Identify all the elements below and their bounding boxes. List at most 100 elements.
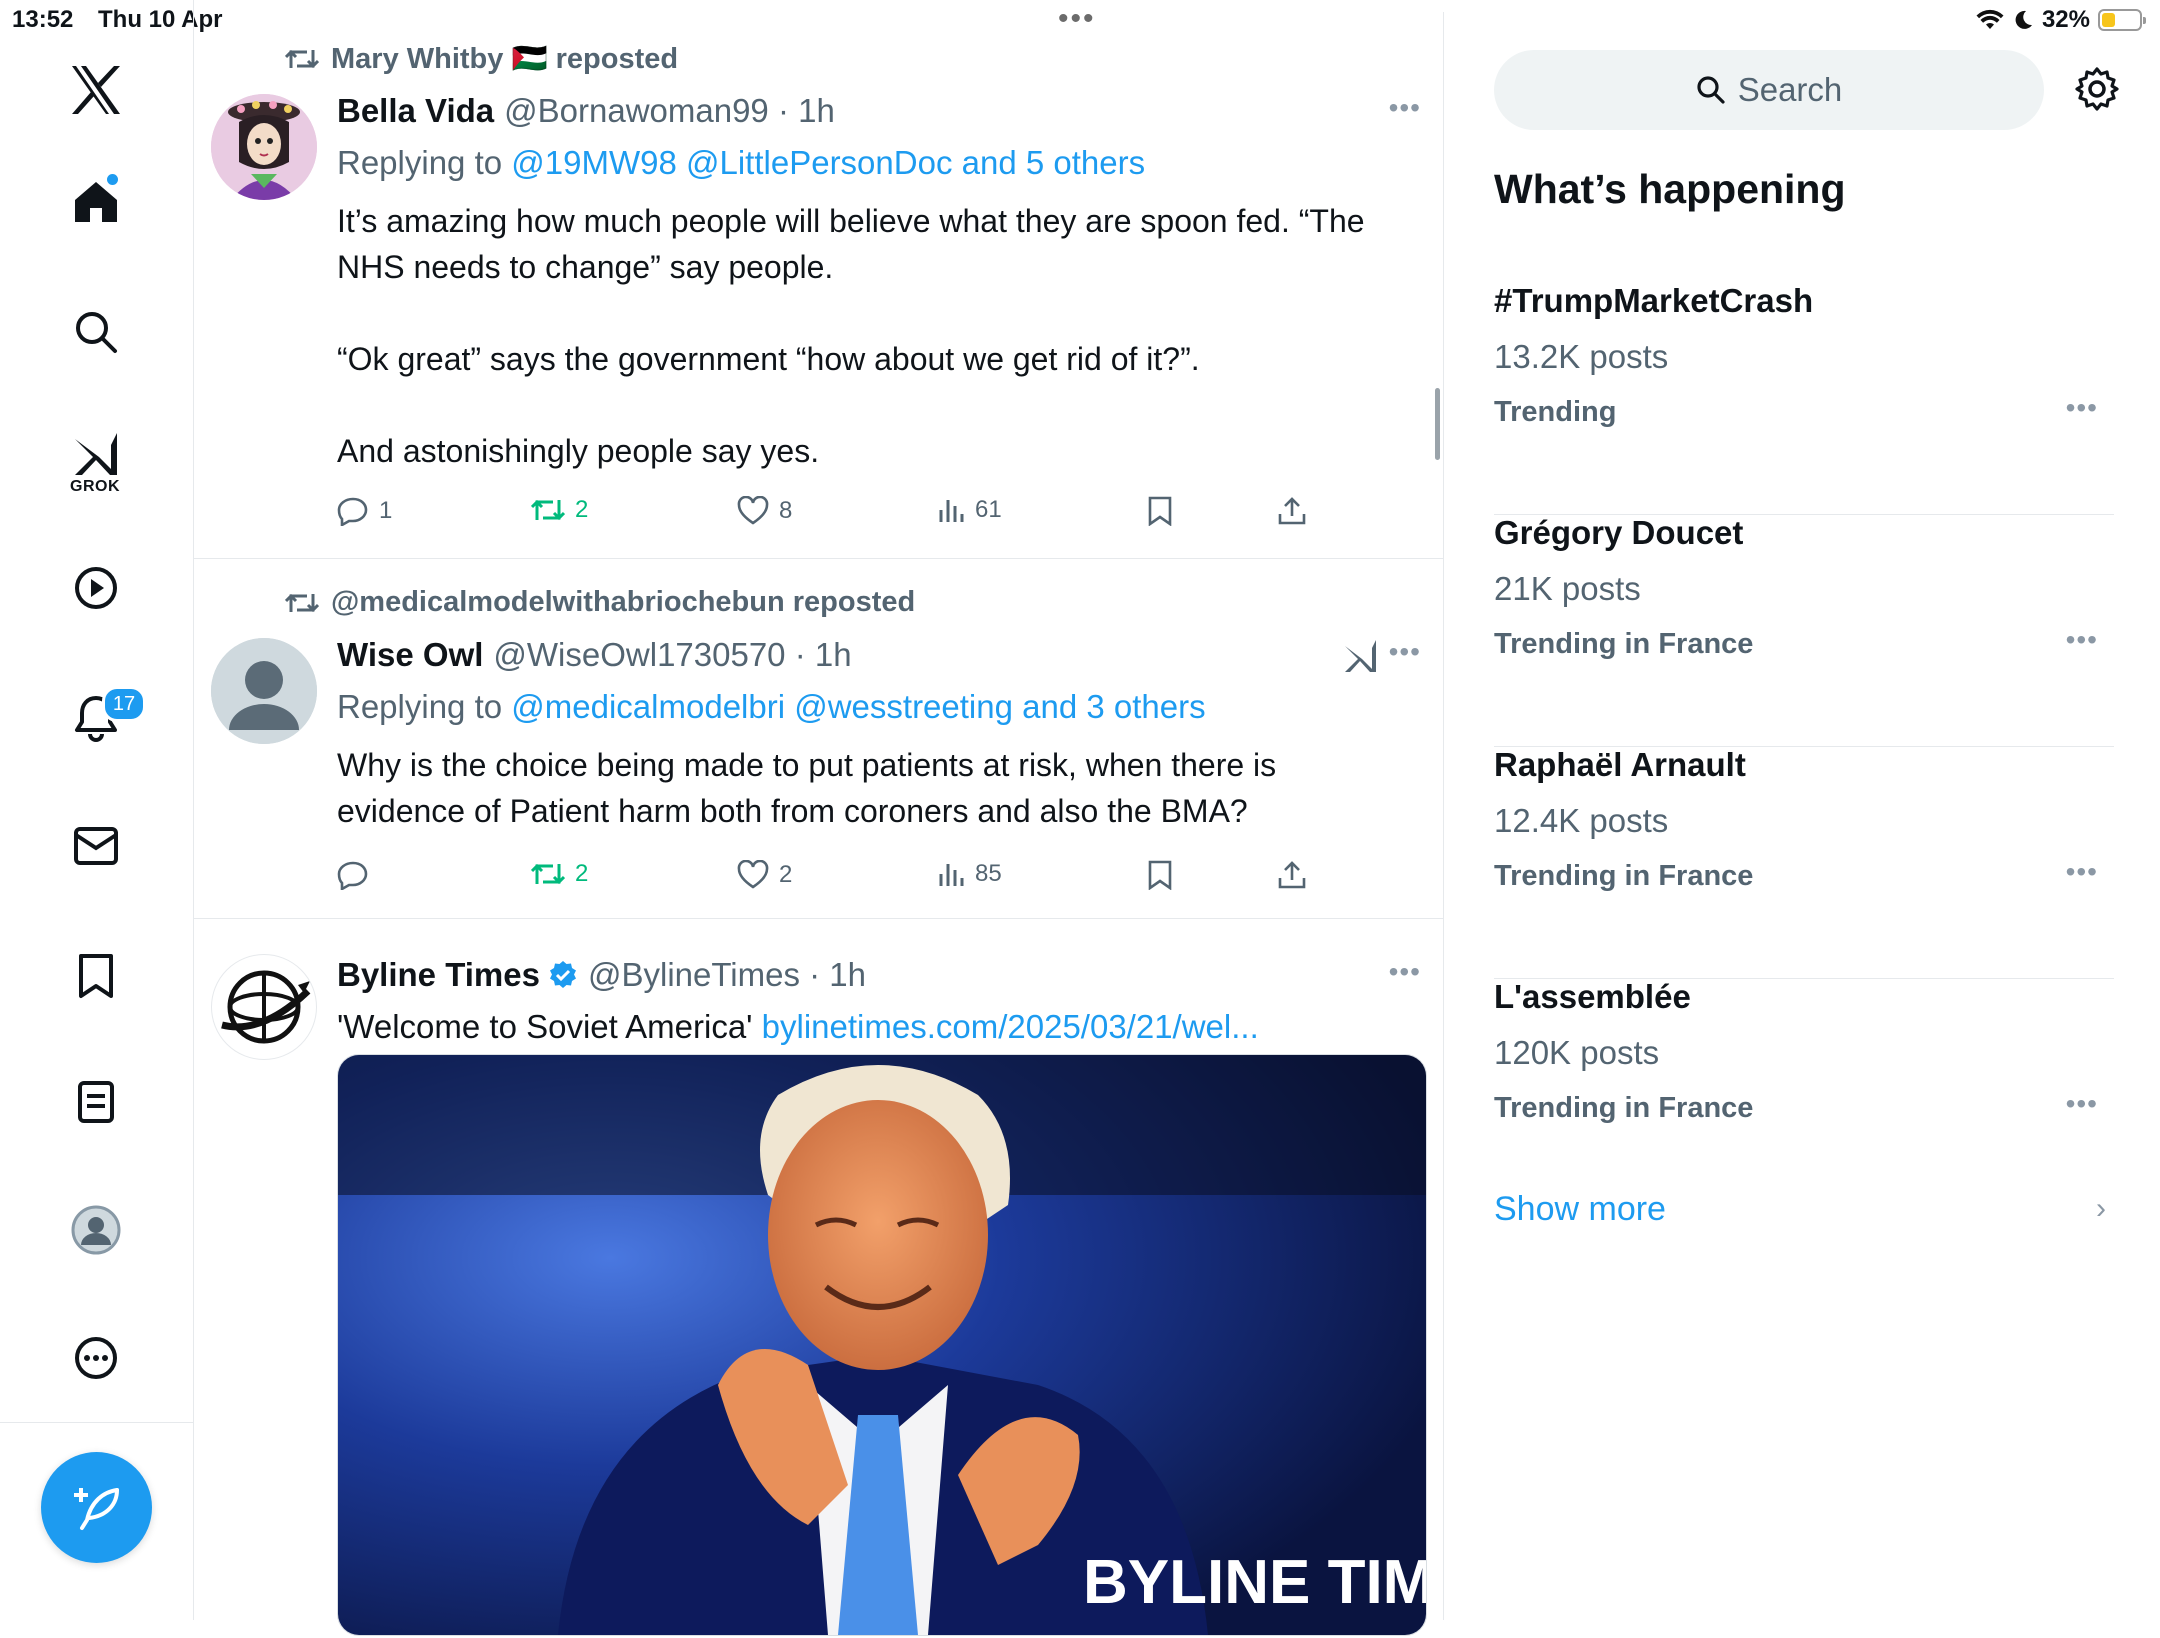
trend-more-button[interactable]: •••: [2066, 1088, 2098, 1120]
post-actions: 2 2 85: [337, 860, 1337, 900]
post-paragraph: And astonishingly people say yes.: [337, 433, 820, 469]
post-1[interactable]: Mary Whitby 🇵🇸 reposted Bella Vida @Born…: [193, 12, 1443, 559]
post-body: 'Welcome to Soviet America': [337, 1008, 753, 1045]
grok-label: GROK: [70, 478, 120, 495]
trend-item[interactable]: L'assemblée 120K posts Trending in Franc…: [1494, 978, 2114, 1210]
home-unread-dot: [107, 174, 118, 185]
trend-context: Trending: [1494, 396, 1617, 428]
post-media-image[interactable]: BYLINE TIMES: [337, 1054, 1427, 1636]
views-button[interactable]: 61: [937, 496, 1002, 524]
settings-gear-icon[interactable]: [2074, 66, 2120, 117]
messages-envelope-icon[interactable]: [66, 816, 126, 876]
like-count: 8: [779, 497, 793, 524]
post-actions: 1 2 8 61: [337, 496, 1337, 536]
trend-more-button[interactable]: •••: [2066, 856, 2098, 888]
avatar[interactable]: [211, 94, 317, 200]
post-more-button[interactable]: •••: [1389, 92, 1421, 124]
replying-to-users[interactable]: @medicalmodelbri @wesstreeting and 3 oth…: [511, 688, 1205, 725]
share-icon: [1278, 861, 1306, 889]
search-placeholder: Search: [1737, 71, 1843, 108]
compose-feather-icon: [73, 1487, 119, 1530]
media-watermark: BYLINE TIMES: [1083, 1548, 1426, 1617]
lists-icon[interactable]: [66, 1072, 126, 1132]
compose-post-button[interactable]: [41, 1452, 152, 1563]
share-icon: [1278, 497, 1306, 525]
post-header: Byline Times @BylineTimes · 1h: [337, 956, 866, 994]
trend-item[interactable]: #TrumpMarketCrash 13.2K posts Trending •…: [1494, 282, 2114, 515]
post-paragraph: Why is the choice being made to put pati…: [337, 747, 1277, 829]
author-name[interactable]: Wise Owl: [337, 636, 483, 674]
trend-more-button[interactable]: •••: [2066, 624, 2098, 656]
author-name[interactable]: Bella Vida: [337, 92, 494, 130]
reply-count: 1: [379, 497, 393, 524]
share-button[interactable]: [1277, 496, 1307, 526]
search-icon: [1697, 76, 1725, 104]
post-text: 'Welcome to Soviet America' bylinetimes.…: [337, 1004, 1397, 1050]
repost-icon: [531, 499, 565, 521]
nav-divider: [0, 1422, 193, 1423]
bookmark-button[interactable]: [1147, 496, 1173, 526]
post-more-button[interactable]: •••: [1389, 636, 1421, 668]
author-name[interactable]: Byline Times: [337, 956, 540, 994]
trend-name: Raphaël Arnault: [1494, 746, 1746, 783]
grok-explain-icon[interactable]: [1343, 638, 1379, 679]
repost-count: 2: [575, 496, 589, 523]
post-paragraph: “Ok great” says the government “how abou…: [337, 341, 1200, 377]
views-count: 85: [975, 860, 1002, 887]
more-options-icon[interactable]: [66, 1328, 126, 1388]
grok-icon[interactable]: [66, 424, 126, 484]
search-icon[interactable]: [66, 302, 126, 362]
byline-times-avatar[interactable]: [211, 954, 317, 1060]
trend-context: Trending in France: [1494, 860, 1754, 892]
repost-icon: [285, 49, 319, 69]
share-button[interactable]: [1277, 860, 1307, 890]
like-count: 2: [779, 861, 793, 888]
repost-text: Mary Whitby 🇵🇸 reposted: [331, 43, 679, 75]
bookmark-icon: [1148, 496, 1172, 526]
show-more-link[interactable]: Show more: [1494, 1190, 1666, 1229]
replying-to: Replying to @medicalmodelbri @wesstreeti…: [337, 688, 1206, 726]
post-2[interactable]: @medicalmodelwithabriochebun reposted Wi…: [193, 558, 1443, 919]
trend-item[interactable]: Grégory Doucet 21K posts Trending in Fra…: [1494, 514, 2114, 747]
like-button[interactable]: 2: [737, 860, 792, 890]
replying-prefix: Replying to: [337, 144, 503, 181]
reply-icon: [337, 861, 368, 890]
reply-button[interactable]: [337, 860, 379, 890]
author-handle[interactable]: @Bornawoman99 · 1h: [504, 92, 835, 130]
author-handle[interactable]: @BylineTimes · 1h: [588, 956, 866, 994]
trend-name: L'assemblée: [1494, 978, 1691, 1015]
repost-button[interactable]: 2: [531, 496, 588, 524]
post-text: It’s amazing how much people will believ…: [337, 198, 1397, 474]
search-input[interactable]: Search: [1494, 50, 2044, 130]
views-button[interactable]: 85: [937, 860, 1002, 888]
post-more-button[interactable]: •••: [1389, 956, 1421, 988]
reply-button[interactable]: 1: [337, 496, 392, 526]
views-chart-icon: [939, 500, 964, 522]
repost-count: 2: [575, 860, 589, 887]
bookmarks-icon[interactable]: [66, 946, 126, 1006]
notifications-badge: 17: [102, 686, 146, 722]
post-paragraph: It’s amazing how much people will believ…: [337, 203, 1365, 285]
right-sidebar: Search What’s happening #TrumpMarketCras…: [1444, 0, 2160, 1620]
verified-badge-icon: [549, 961, 576, 988]
bookmark-button[interactable]: [1147, 860, 1173, 890]
trend-item[interactable]: Raphaël Arnault 12.4K posts Trending in …: [1494, 746, 2114, 979]
replying-to-users[interactable]: @19MW98 @LittlePersonDoc and 5 others: [511, 144, 1145, 181]
author-handle[interactable]: @WiseOwl1730570 · 1h: [493, 636, 851, 674]
repost-button[interactable]: 2: [531, 860, 588, 888]
trend-context: Trending in France: [1494, 1092, 1754, 1124]
profile-avatar-icon[interactable]: [66, 1200, 126, 1260]
replying-to: Replying to @19MW98 @LittlePersonDoc and…: [337, 144, 1145, 182]
article-link[interactable]: bylinetimes.com/2025/03/21/wel...: [762, 1008, 1259, 1045]
repost-icon: [285, 593, 319, 612]
trend-count: 21K posts: [1494, 570, 1641, 607]
chevron-right-icon[interactable]: ›: [2096, 1192, 2106, 1226]
repost-context: @medicalmodelwithabriochebun reposted: [285, 586, 915, 619]
trend-more-button[interactable]: •••: [2066, 392, 2098, 424]
like-button[interactable]: 8: [737, 496, 792, 526]
video-play-icon[interactable]: [66, 558, 126, 618]
views-chart-icon: [939, 864, 964, 886]
post-text: Why is the choice being made to put pati…: [337, 742, 1397, 834]
x-logo-icon[interactable]: [66, 60, 126, 120]
avatar-default[interactable]: [211, 638, 317, 744]
